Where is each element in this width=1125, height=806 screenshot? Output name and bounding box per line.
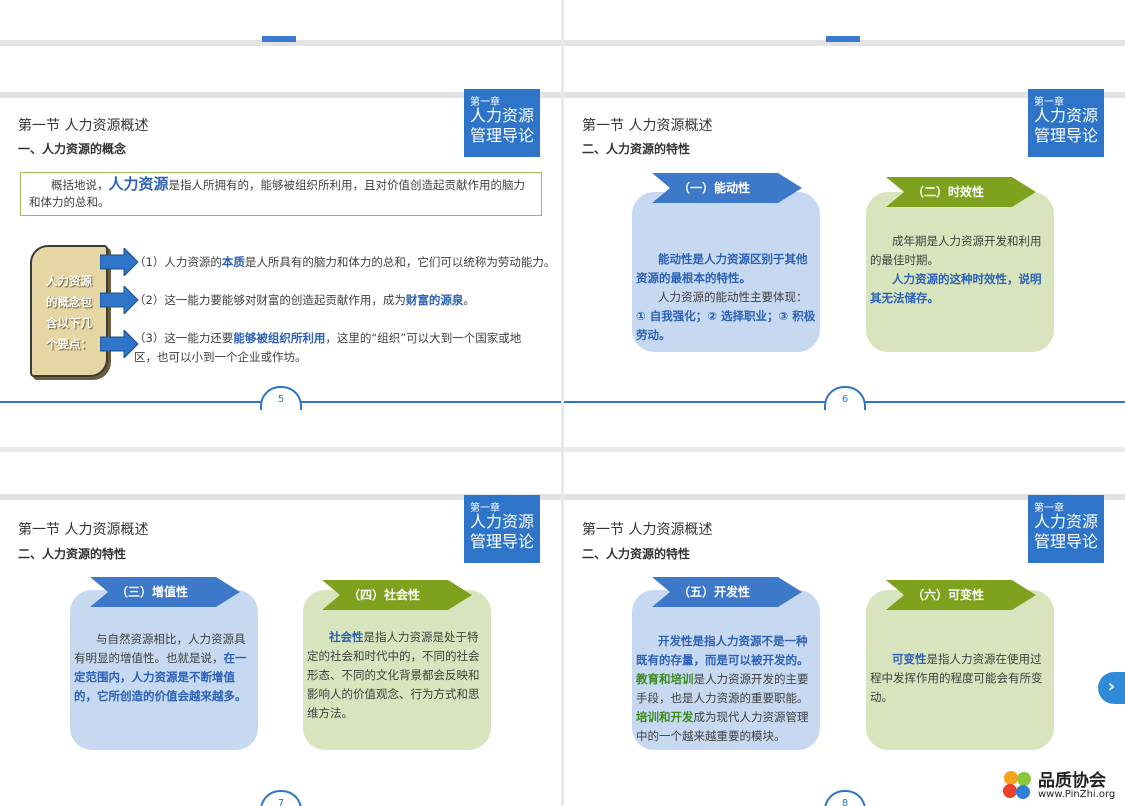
chapter-badge: 第一章 人力资源 管理导论 <box>464 495 540 563</box>
chapter-badge: 第一章 人力资源 管理导论 <box>464 89 540 157</box>
point-3: （3）这一能力还要能够被组织所利用，这里的“组织”可以大到一个国家或地区，也可以… <box>134 331 522 364</box>
page-number: 5 <box>260 386 302 410</box>
page-number: 8 <box>824 790 866 806</box>
slide-6[interactable]: 第一章 人力资源 管理导论 第一节 人力资源概述 二、人力资源的特性 能动性是人力… <box>564 0 1125 447</box>
chapter-title: 人力资源 管理导论 <box>1033 106 1098 145</box>
page-tab <box>826 36 860 42</box>
chapter-badge: 第一章 人力资源 管理导论 <box>1028 495 1104 563</box>
chevron-right-icon: › <box>1107 676 1116 697</box>
previous-slide-bottom <box>564 0 1125 46</box>
trait-card-variability: 可变性是指人力资源在使用过程中发挥作用的程度可能会有所变动。 <box>866 590 1054 750</box>
definition-box: 概括地说，人力资源是指人所拥有的，能够被组织所利用，且对价值创造起贡献作用的脑力… <box>20 172 542 216</box>
trait-card-timeliness: 成年期是人力资源开发和利用的最佳时期。 人力资源的这种时效性，说明其无法储存。 <box>866 192 1054 352</box>
concept-scroll: 人力资源 的概念包 含以下几 个要点： <box>30 245 108 377</box>
point-2: （2）这一能力要能够对财富的创造起贡献作用，成为财富的源泉。 <box>134 293 475 307</box>
logo-name: 品质协会 <box>1038 771 1106 791</box>
key-term: 人力资源 <box>108 175 169 193</box>
section-title: 第一节 人力资源概述 <box>582 118 713 134</box>
trait-banner: （一）能动性 <box>652 173 802 203</box>
slide-5[interactable]: 第一章 人力资源 管理导论 第一节 人力资源概述 一、人力资源的概念 概括地说，人… <box>0 0 561 447</box>
point-1: （1）人力资源的本质是人所具有的脑力和体力的总和，它们可以统称为劳动能力。 <box>134 255 556 269</box>
trait-card-sociality: 社会性是指人力资源是处于特定的社会和时代中的，不同的社会形态、不同的文化背景都会… <box>303 590 491 750</box>
chapter-title: 人力资源 管理导论 <box>1033 512 1098 551</box>
scroll-text: 的概念包 <box>46 295 92 309</box>
trait-banner: （四）社会性 <box>322 580 472 610</box>
trait-banner: （二）时效性 <box>886 177 1036 207</box>
subsection-title: 二、人力资源的特性 <box>582 142 691 156</box>
trait-card-developability: 开发性是指人力资源不是一种既有的存量，而是可以被开发的。 教育和培训是人力资源开… <box>632 590 820 750</box>
section-title: 第一节 人力资源概述 <box>18 118 149 134</box>
scroll-text: 人力资源 <box>46 274 92 288</box>
next-button[interactable]: › <box>1098 672 1125 704</box>
site-logo: 品质协会 www.PinZhi.org <box>1000 766 1124 804</box>
trait-card-initiative: 能动性是人力资源区别于其他资源的最根本的特性。 人力资源的能动性主要体现： ① … <box>632 192 820 352</box>
logo-url: www.PinZhi.org <box>1038 789 1116 800</box>
chapter-title: 人力资源 管理导论 <box>469 512 534 551</box>
page-tab <box>262 36 296 42</box>
chapter-title: 人力资源 管理导论 <box>469 106 534 145</box>
section-title: 第一节 人力资源概述 <box>18 522 149 538</box>
scroll-text: 个要点： <box>46 337 92 351</box>
chapter-badge: 第一章 人力资源 管理导论 <box>1028 89 1104 157</box>
page-number: 6 <box>824 386 866 410</box>
trait-banner: （五）开发性 <box>652 577 802 607</box>
subsection-title: 一、人力资源的概念 <box>18 142 127 156</box>
page-number: 7 <box>260 790 302 806</box>
pinwheel-logo-icon <box>1003 771 1031 799</box>
trait-banner: （六）可变性 <box>886 580 1036 610</box>
slide-7[interactable]: 第一章 人力资源 管理导论 第一节 人力资源概述 二、人力资源的特性 与自然资源相… <box>0 452 561 806</box>
subsection-title: 二、人力资源的特性 <box>582 547 691 561</box>
section-title: 第一节 人力资源概述 <box>582 522 713 538</box>
trait-banner: （三）增值性 <box>90 577 240 607</box>
slide-8[interactable]: 第一章 人力资源 管理导论 第一节 人力资源概述 二、人力资源的特性 开发性是指人… <box>564 452 1125 806</box>
subsection-title: 二、人力资源的特性 <box>18 547 127 561</box>
trait-card-appreciation: 与自然资源相比，人力资源具有明显的增值性。也就是说，在一定范围内，人力资源是不断… <box>70 590 258 750</box>
scroll-text: 含以下几 <box>46 316 92 330</box>
previous-slide-bottom <box>0 0 561 46</box>
